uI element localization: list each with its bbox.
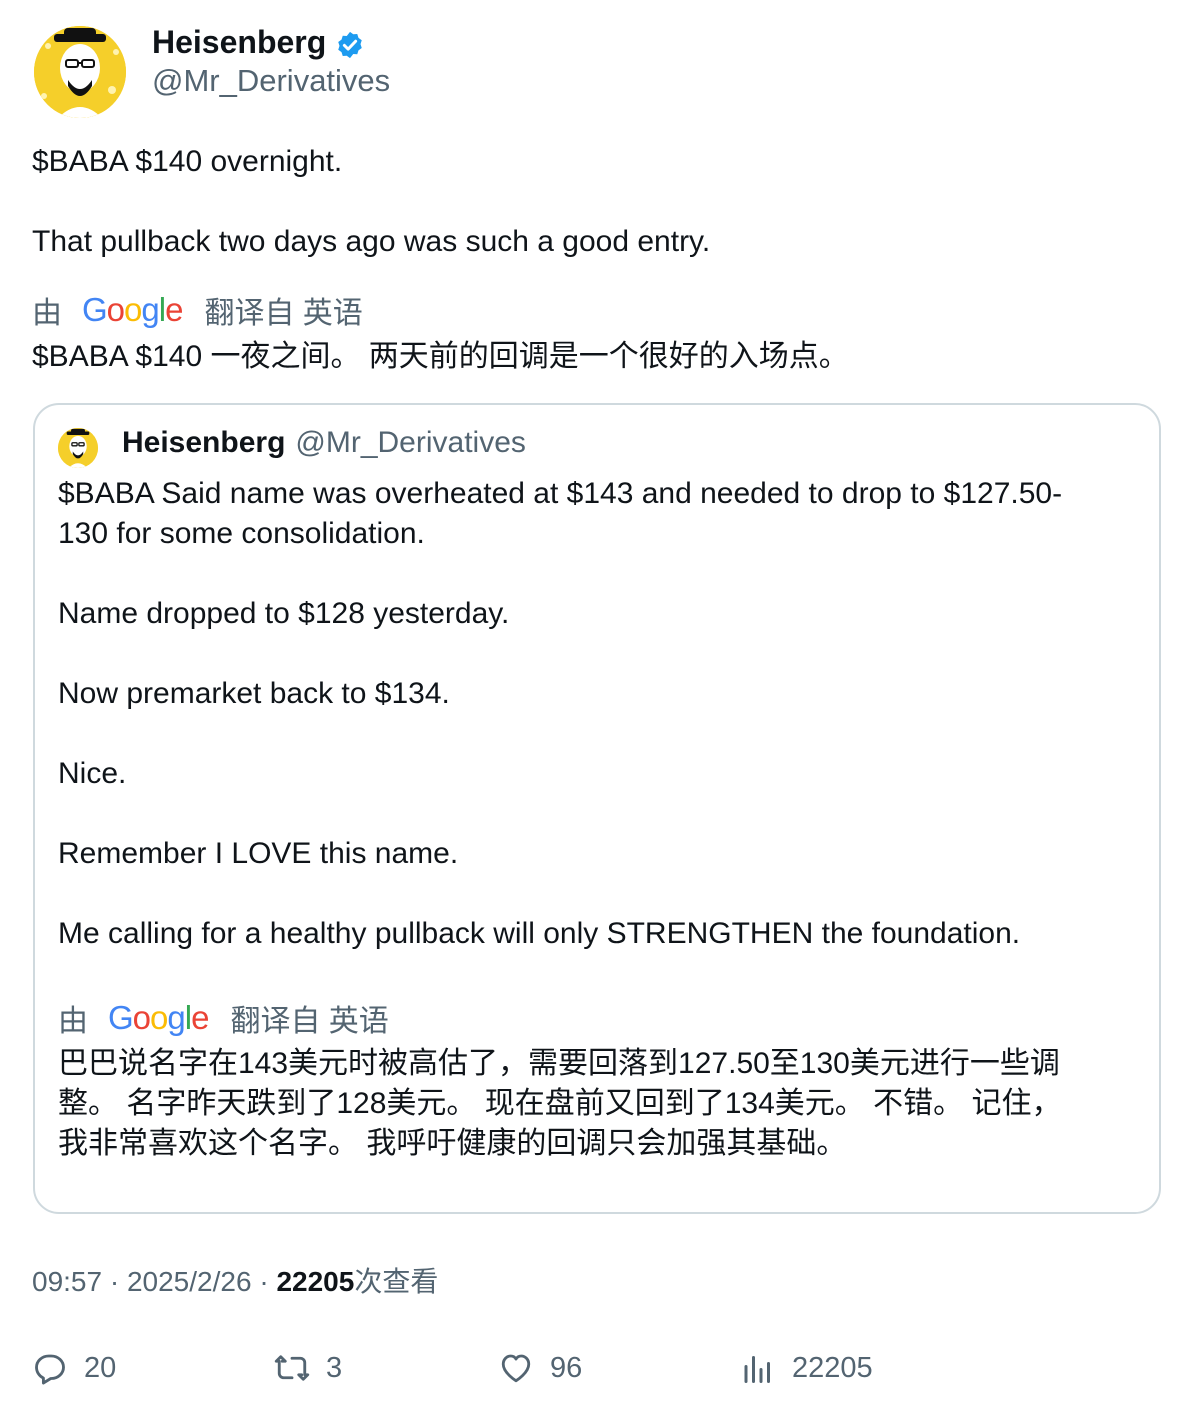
quoted-text-line: Me calling for a healthy pullback will o… [58, 917, 1021, 950]
author-handle[interactable]: @Mr_Derivatives [152, 63, 390, 99]
quoted-text-line: Remember I LOVE this name. [58, 837, 459, 870]
translation-attribution: 由 Google 翻译自 英语 [32, 288, 363, 332]
translated-text: $BABA $140 一夜之间。 两天前的回调是一个很好的入场点。 [32, 340, 849, 373]
google-logo-icon: Google [82, 291, 183, 328]
reply-icon [35, 1354, 65, 1385]
like-count: 96 [550, 1351, 583, 1384]
tweet-meta: 09:57 · 2025/2/26 · 22205次查看 [32, 1264, 438, 1300]
quoted-avatar[interactable] [58, 428, 98, 468]
analytics-icon [744, 1356, 770, 1383]
views-count: 22205 [276, 1266, 355, 1297]
verified-badge-icon [338, 31, 362, 59]
author-name[interactable]: Heisenberg [152, 24, 326, 60]
repost-icon [274, 1355, 310, 1381]
quoted-translated-line: 整。 名字昨天跌到了128美元。 现在盘前又回到了134美元。 不错。 记住， [58, 1087, 1062, 1120]
tweet-text-line-1: $BABA $140 overnight. [32, 145, 343, 178]
heisenberg-avatar-icon [58, 428, 98, 468]
quoted-author-handle: @Mr_Derivatives [295, 426, 526, 459]
heart-icon [501, 1354, 531, 1383]
quoted-translation-attribution: 由 Google 翻译自 英语 [58, 996, 389, 1040]
tweet-text-line-2: That pullback two days ago was such a go… [32, 225, 711, 258]
quoted-text-line: Now premarket back to $134. [58, 677, 450, 710]
views-button[interactable]: 22205 [740, 1350, 873, 1386]
quoted-text-line: Name dropped to $128 yesterday. [58, 597, 510, 630]
reply-count: 20 [84, 1351, 117, 1384]
google-logo-icon: Google [108, 999, 209, 1036]
views-label: 次查看 [354, 1266, 439, 1297]
separator-dot: · [259, 1266, 277, 1297]
heisenberg-avatar-icon [34, 26, 126, 118]
author-avatar[interactable] [34, 26, 126, 118]
translation-from-label: 翻译自 英语 [204, 297, 363, 330]
quoted-translated-line: 我非常喜欢这个名字。 我呼吁健康的回调只会加强其基础。 [58, 1127, 847, 1160]
translation-from-label: 翻译自 英语 [230, 1005, 389, 1038]
quoted-text-line: 130 for some consolidation. [58, 517, 425, 550]
like-button[interactable]: 96 [498, 1350, 582, 1386]
repost-button[interactable]: 3 [274, 1350, 342, 1386]
translation-by-label: 由 [32, 297, 62, 330]
tweet-time[interactable]: 09:57 [32, 1266, 102, 1297]
reply-button[interactable]: 20 [32, 1350, 116, 1386]
quoted-author[interactable]: Heisenberg @Mr_Derivatives [122, 425, 526, 461]
tweet-date[interactable]: 2025/2/26 [127, 1266, 252, 1297]
separator-dot: · [109, 1266, 127, 1297]
views-action-count: 22205 [792, 1351, 873, 1384]
quoted-text-line: $BABA Said name was overheated at $143 a… [58, 477, 1063, 510]
quoted-author-name: Heisenberg [122, 426, 286, 459]
quoted-text-line: Nice. [58, 757, 127, 790]
repost-count: 3 [326, 1351, 343, 1384]
quoted-translated-line: 巴巴说名字在143美元时被高估了，需要回落到127.50至130美元进行一些调 [58, 1047, 1060, 1080]
translation-by-label: 由 [58, 1005, 88, 1038]
